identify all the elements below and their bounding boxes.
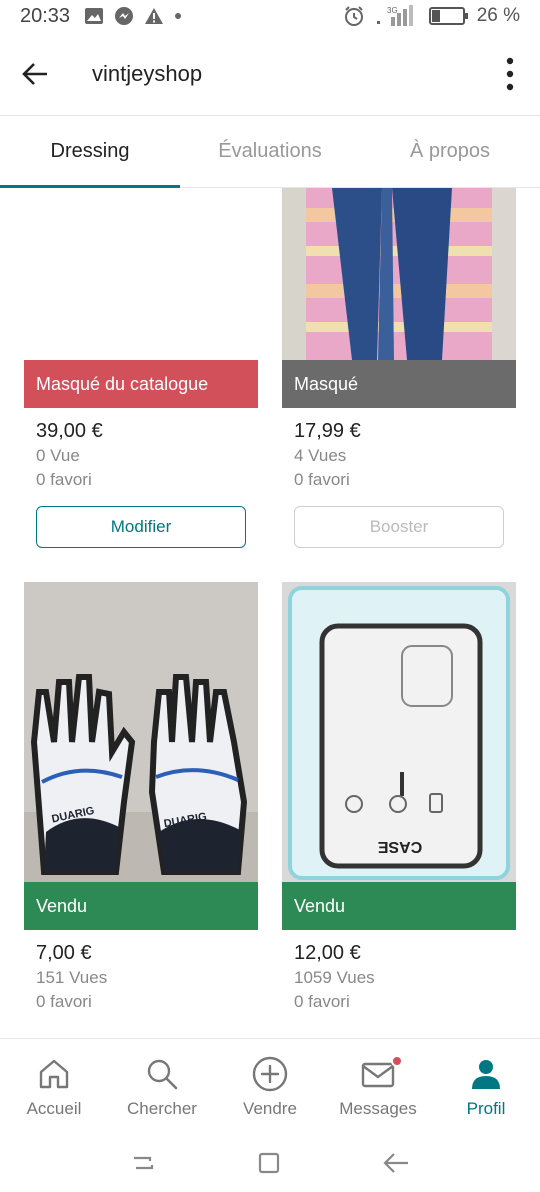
- nav-search[interactable]: Chercher: [108, 1039, 216, 1134]
- home-square-icon[interactable]: [257, 1151, 281, 1175]
- item-card[interactable]: Masqué du catalogue 39,00 € 0 Vue 0 favo…: [24, 188, 258, 548]
- nav-home-label: Accueil: [26, 1098, 82, 1118]
- status-badge: Masqué: [282, 360, 516, 408]
- nav-profile[interactable]: Profil: [432, 1039, 540, 1134]
- battery-percent: 26 %: [476, 5, 520, 26]
- item-views: 0 Vue: [36, 446, 80, 465]
- more-vertical-icon: [506, 57, 514, 90]
- messenger-icon: [115, 7, 134, 25]
- item-views: 151 Vues: [36, 968, 108, 987]
- status-time: 20:33: [20, 4, 71, 27]
- nav-search-label: Chercher: [127, 1098, 197, 1118]
- item-card[interactable]: Masqué 17,99 € 4 Vues 0 favori Booster: [282, 188, 516, 548]
- signal-icon: 3G: [376, 5, 413, 26]
- edit-button[interactable]: Modifier: [36, 506, 246, 548]
- search-icon: [147, 1059, 178, 1089]
- dot-icon: [175, 13, 182, 19]
- gallery-icon: [85, 8, 104, 24]
- case-brand-text: CASE: [377, 838, 422, 855]
- mail-icon: [361, 1062, 395, 1087]
- item-favorites: 0 favori: [294, 470, 350, 489]
- tab-dressing[interactable]: Dressing: [0, 116, 180, 188]
- home-icon: [39, 1059, 69, 1088]
- status-badge: Masqué du catalogue: [24, 360, 258, 408]
- gloves-photo: DUARIG DUARIG: [24, 582, 258, 882]
- battery-icon: [428, 7, 468, 25]
- item-views: 4 Vues: [294, 446, 347, 465]
- item-price: 7,00 €: [36, 942, 92, 964]
- item-favorites: 0 favori: [294, 992, 350, 1011]
- status-badge: Vendu: [282, 882, 516, 930]
- item-views: 1059 Vues: [294, 968, 375, 987]
- item-photo-jeans[interactable]: [282, 188, 516, 360]
- item-card[interactable]: DUARIG DUARIG Vendu 7,00 € 151 Vues 0 fa…: [24, 582, 258, 1016]
- nav-messages-label: Messages: [339, 1098, 417, 1118]
- nav-messages[interactable]: Messages: [324, 1039, 432, 1134]
- jeans-photo: [282, 188, 516, 360]
- app-bar: vintjeyshop: [0, 32, 540, 116]
- item-favorites: 0 favori: [36, 470, 92, 489]
- recent-apps-icon[interactable]: [130, 1152, 156, 1174]
- item-price: 17,99 €: [294, 420, 361, 442]
- item-favorites: 0 favori: [36, 992, 92, 1011]
- back-button[interactable]: [0, 32, 70, 116]
- system-back-icon[interactable]: [382, 1151, 410, 1175]
- nav-sell-label: Vendre: [243, 1098, 297, 1118]
- nav-sell[interactable]: Vendre: [216, 1039, 324, 1134]
- alarm-icon: [344, 6, 363, 26]
- items-grid: Masqué du catalogue 39,00 € 0 Vue 0 favo…: [0, 188, 540, 1038]
- item-photo-empty[interactable]: [24, 188, 258, 360]
- network-label: 3G: [387, 6, 398, 15]
- notification-dot: [391, 1054, 403, 1067]
- phone-case-photo: CASE: [282, 582, 516, 882]
- item-price: 39,00 €: [36, 420, 103, 442]
- notification-icons: [84, 6, 182, 26]
- system-navigation: [0, 1134, 540, 1192]
- shop-title: vintjeyshop: [92, 60, 203, 86]
- plus-circle-icon: [252, 1056, 288, 1091]
- bottom-navigation: Accueil Chercher Vendre Messages Profil: [0, 1038, 540, 1134]
- item-card[interactable]: CASE Vendu 12,00 € 1059 Vues 0 favori: [282, 582, 516, 1016]
- arrow-left-icon: [22, 62, 47, 85]
- nav-home[interactable]: Accueil: [0, 1039, 108, 1134]
- boost-button[interactable]: Booster: [294, 506, 504, 548]
- status-badge: Vendu: [24, 882, 258, 930]
- warning-icon: [145, 8, 164, 24]
- tab-evaluations[interactable]: Évaluations: [180, 116, 360, 187]
- more-options-button[interactable]: [480, 32, 540, 116]
- item-price: 12,00 €: [294, 942, 361, 964]
- item-photo-gloves[interactable]: DUARIG DUARIG: [24, 582, 258, 882]
- tab-about[interactable]: À propos: [360, 116, 540, 187]
- item-photo-phone-case[interactable]: CASE: [282, 582, 516, 882]
- status-bar: 20:33 3G 26 %: [0, 0, 540, 32]
- person-icon: [472, 1059, 500, 1089]
- nav-profile-label: Profil: [466, 1098, 506, 1118]
- profile-tabs: Dressing Évaluations À propos: [0, 116, 540, 188]
